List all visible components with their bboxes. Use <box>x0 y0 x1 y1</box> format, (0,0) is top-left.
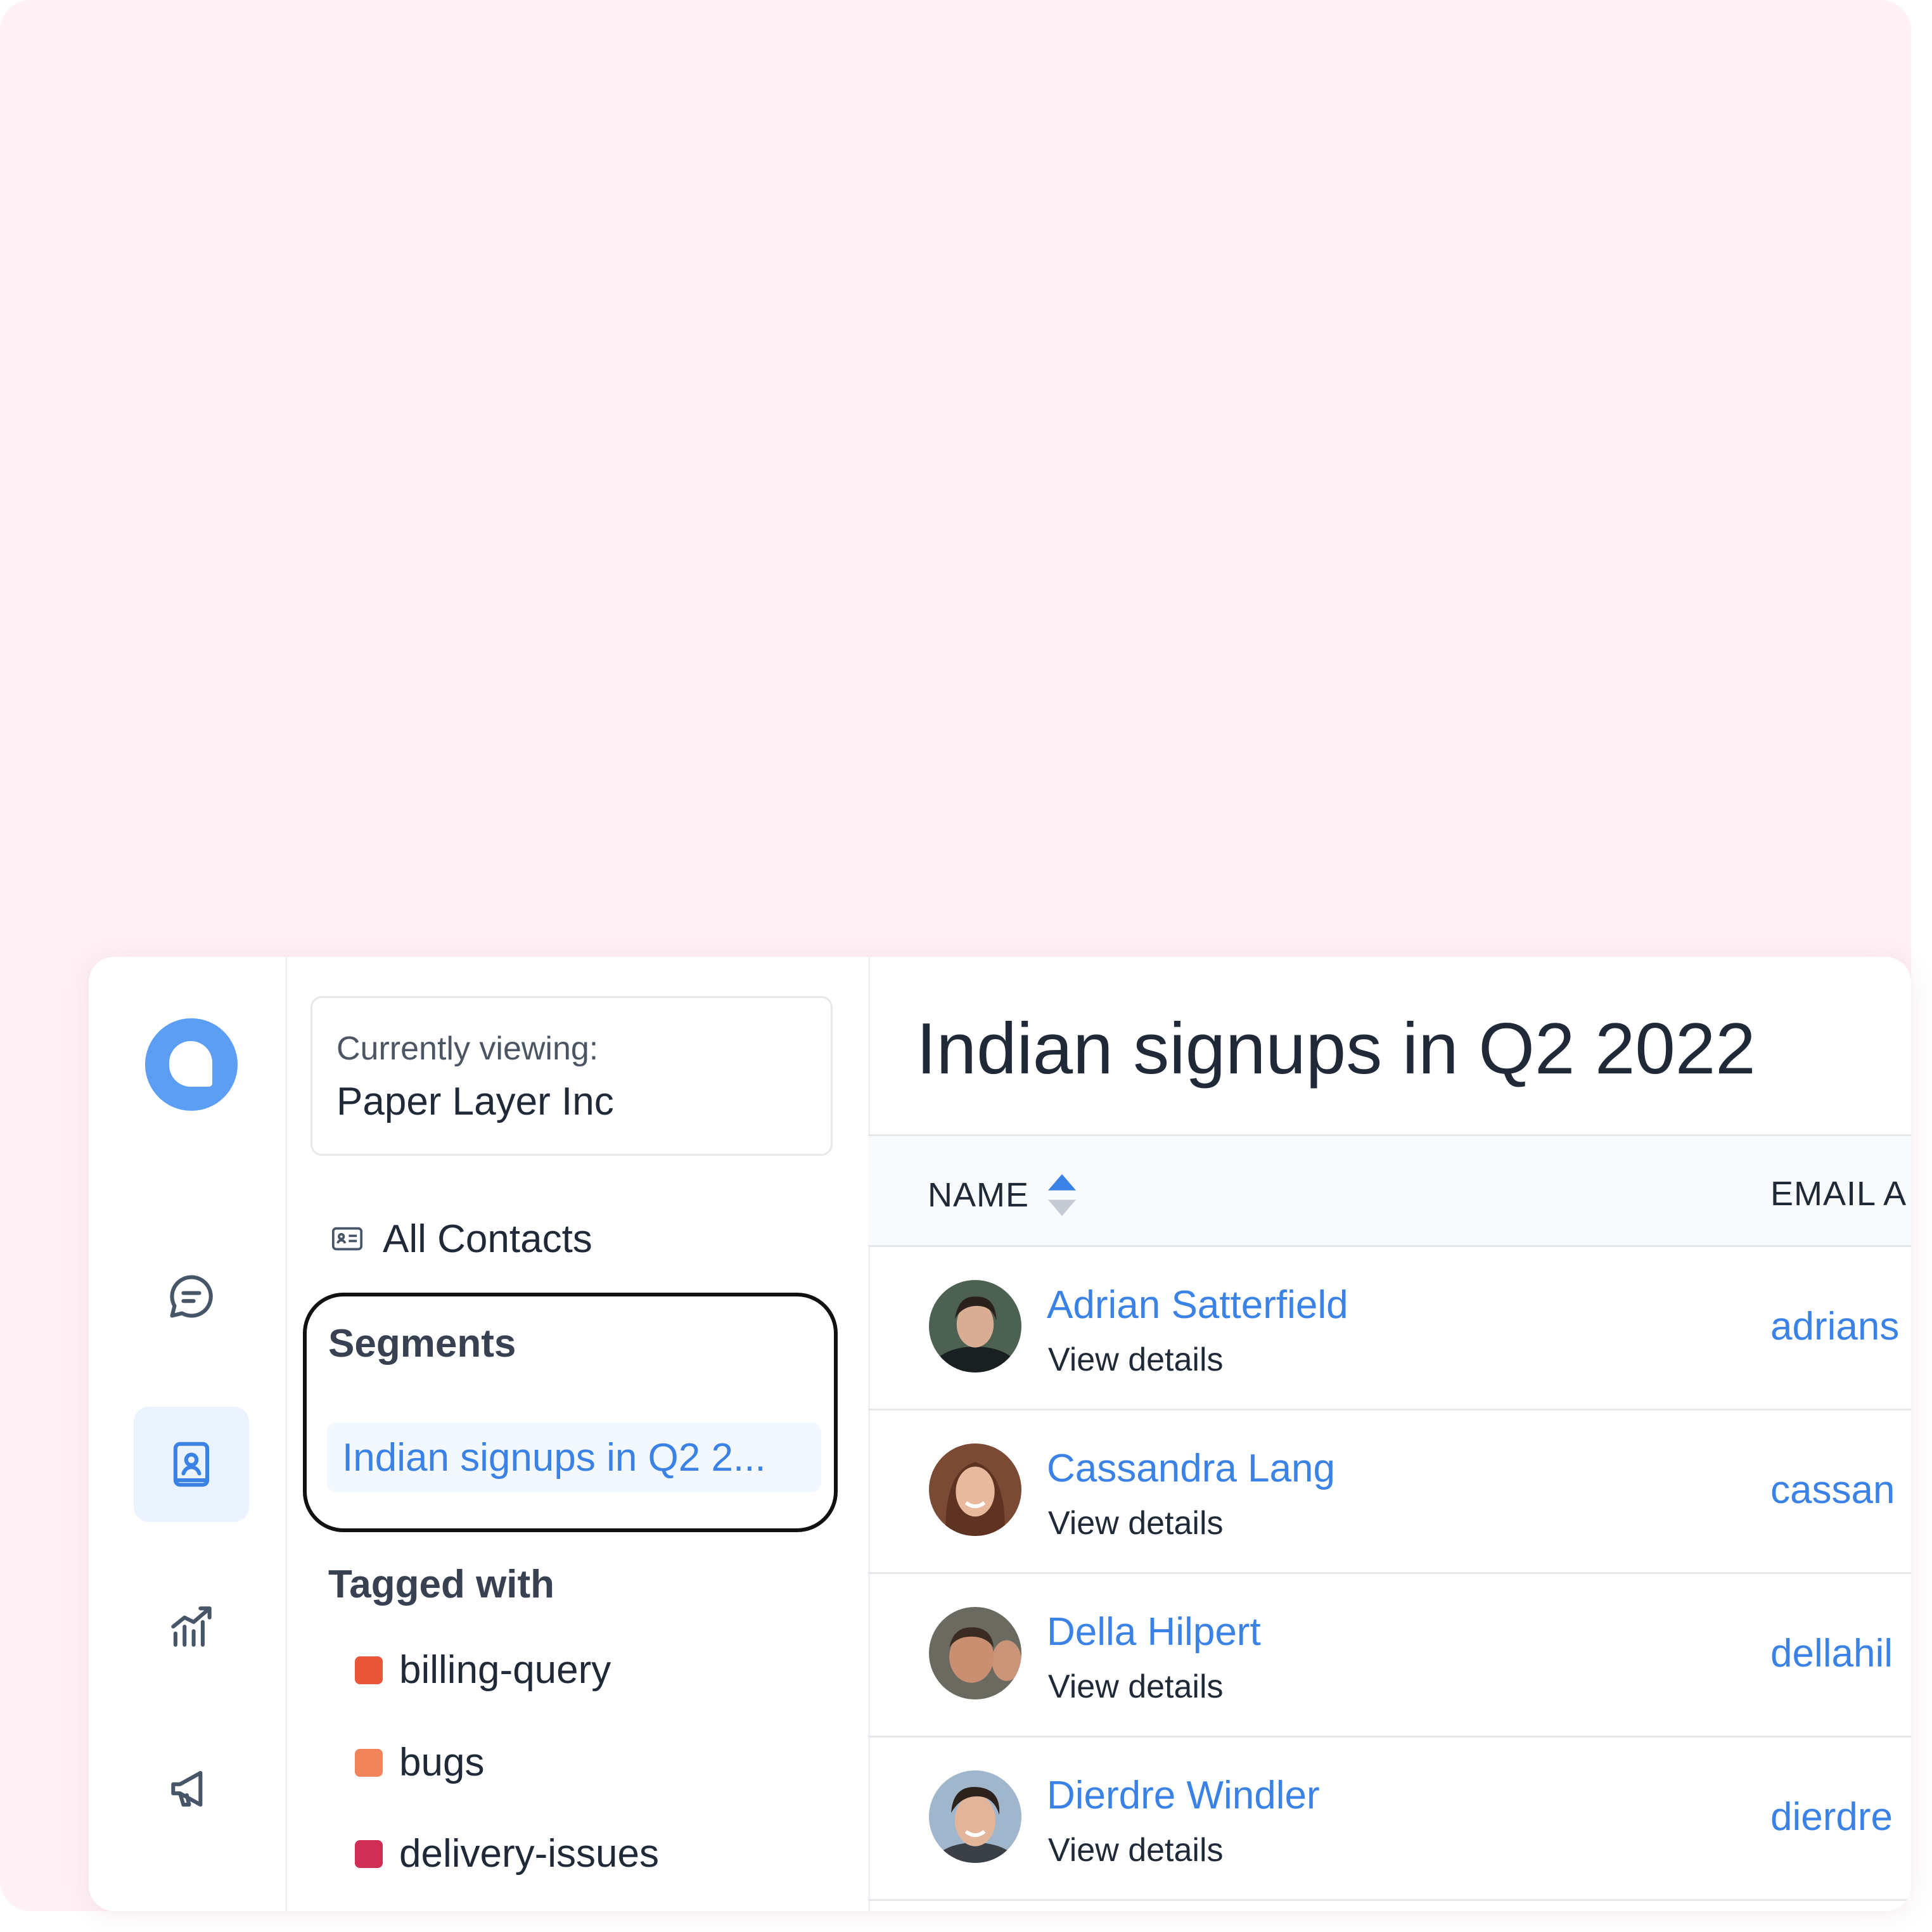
app-window: Currently viewing: Paper Layer Inc All C… <box>89 957 1911 1911</box>
name-column-header[interactable]: NAME <box>928 1174 1077 1216</box>
view-details-link[interactable]: View details <box>1048 1831 1224 1869</box>
avatar <box>929 1607 1021 1699</box>
contact-email-link[interactable]: dierdre <box>1770 1794 1893 1839</box>
contacts-icon[interactable] <box>134 1407 249 1522</box>
workspace-name: Paper Layer Inc <box>336 1080 614 1123</box>
tagged-with-heading: Tagged with <box>328 1563 555 1606</box>
all-contacts-label: All Contacts <box>383 1217 592 1261</box>
campaigns-icon[interactable] <box>134 1731 249 1846</box>
avatar <box>929 1443 1021 1536</box>
contact-name-link[interactable]: Adrian Satterfield <box>1047 1283 1348 1327</box>
avatar <box>929 1280 1021 1372</box>
contact-email-link[interactable]: adrians <box>1770 1304 1899 1349</box>
table-row: Cassandra Lang View details cassan <box>868 1411 1911 1574</box>
workspace-label: Currently viewing: <box>336 1030 599 1067</box>
segment-item-indian-signups[interactable]: Indian signups in Q2 2... <box>327 1423 821 1492</box>
tag-item-bugs[interactable]: bugs <box>355 1740 484 1785</box>
tag-label: delivery-issues <box>399 1832 660 1876</box>
all-contacts-link[interactable]: All Contacts <box>329 1210 592 1267</box>
table-header: NAME EMAIL A <box>868 1134 1911 1247</box>
email-column-header[interactable]: EMAIL A <box>1770 1174 1907 1213</box>
main-panel: Indian signups in Q2 2022 NAME EMAIL A A… <box>868 957 1911 1911</box>
tag-label: billing-query <box>399 1648 611 1692</box>
tag-item-billing-query[interactable]: billing-query <box>355 1647 611 1692</box>
contact-card-icon <box>331 1227 363 1251</box>
table-row: Adrian Satterfield View details adrians <box>868 1247 1911 1411</box>
segments-heading: Segments <box>328 1322 516 1366</box>
contact-name-link[interactable]: Della Hilpert <box>1047 1609 1261 1654</box>
contact-name-link[interactable]: Cassandra Lang <box>1047 1446 1335 1491</box>
contact-name-link[interactable]: Dierdre Windler <box>1047 1773 1320 1818</box>
tag-color-swatch <box>355 1839 383 1868</box>
conversations-icon[interactable] <box>134 1239 249 1354</box>
view-details-link[interactable]: View details <box>1048 1668 1224 1706</box>
icon-rail <box>89 957 287 1911</box>
contacts-sidebar: Currently viewing: Paper Layer Inc All C… <box>285 957 870 1911</box>
logo-icon[interactable] <box>145 1018 238 1111</box>
view-details-link[interactable]: View details <box>1048 1504 1224 1542</box>
table-row: Della Hilpert View details dellahil <box>868 1574 1911 1737</box>
workspace-switcher[interactable]: Currently viewing: Paper Layer Inc <box>310 996 833 1156</box>
name-column-label: NAME <box>928 1176 1030 1214</box>
reports-icon[interactable] <box>134 1569 249 1684</box>
table-row: Dierdre Windler View details dierdre <box>868 1737 1911 1901</box>
tag-item-delivery-issues[interactable]: delivery-issues <box>355 1831 659 1876</box>
contact-email-link[interactable]: dellahil <box>1770 1631 1893 1676</box>
tag-color-swatch <box>355 1656 383 1684</box>
sort-icon[interactable] <box>1048 1174 1077 1216</box>
view-details-link[interactable]: View details <box>1048 1341 1224 1379</box>
page-title: Indian signups in Q2 2022 <box>916 1009 1756 1089</box>
contact-email-link[interactable]: cassan <box>1770 1468 1895 1513</box>
tag-color-swatch <box>355 1748 383 1777</box>
tag-label: bugs <box>399 1741 485 1784</box>
avatar <box>929 1770 1021 1863</box>
